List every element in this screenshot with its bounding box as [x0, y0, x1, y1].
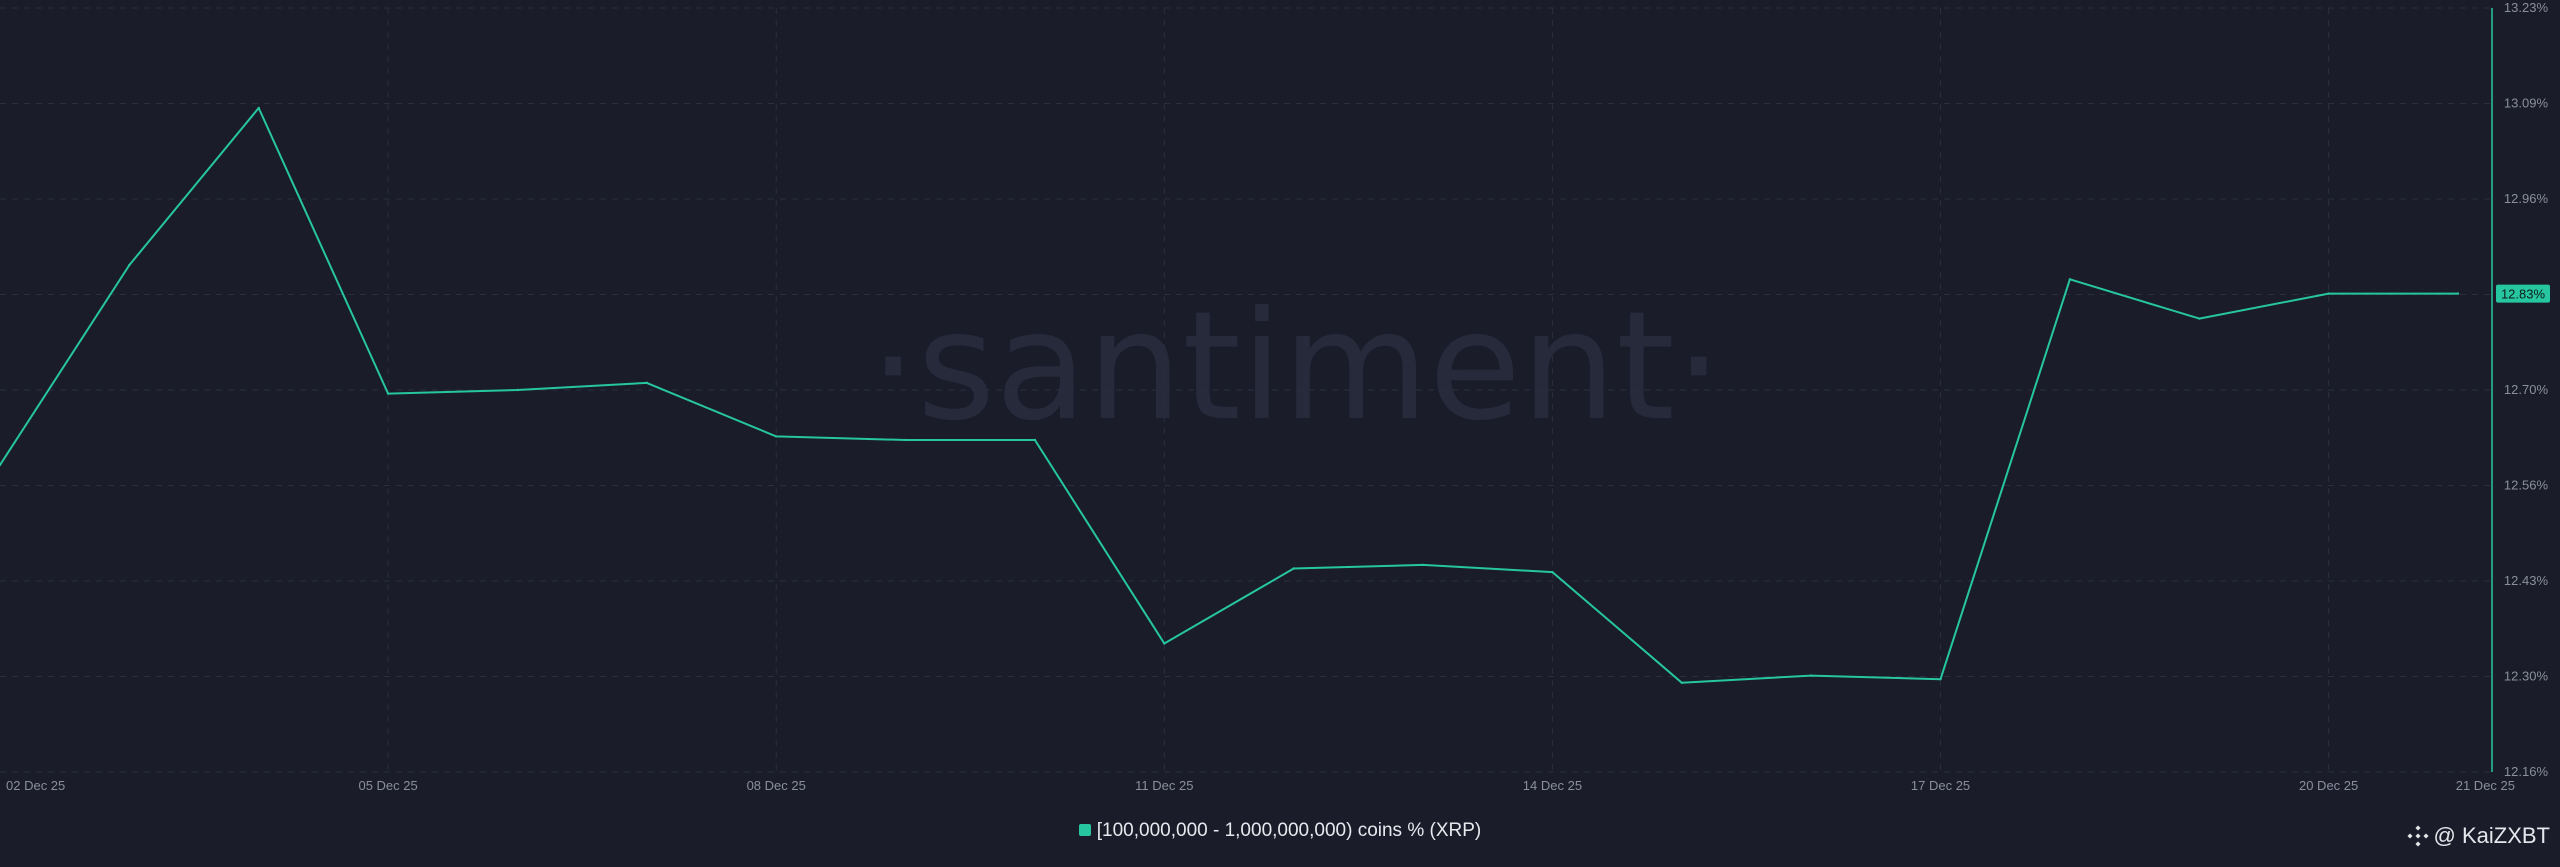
binance-logo-icon — [2406, 825, 2429, 847]
data-point — [1163, 642, 1166, 645]
data-point — [2327, 292, 2330, 295]
data-point — [1809, 674, 1813, 677]
author-credit: @ KaiZXBT — [2406, 823, 2550, 849]
data-point — [775, 435, 778, 438]
x-tick-label: 08 Dec 25 — [747, 778, 806, 793]
chart-canvas: ·santiment· 13.23% 13.09% 12.96% 12.83% 12.70… — [0, 0, 2560, 867]
x-tick-label: 11 Dec 25 — [1135, 778, 1193, 793]
y-tick-label: 13.23% — [2504, 0, 2549, 15]
santiment-watermark: ·santiment· — [869, 280, 1722, 454]
last-value-label: 12.83% — [2501, 287, 2546, 302]
y-tick-label: 12.16% — [2504, 764, 2549, 779]
data-point — [1421, 563, 1425, 567]
legend-swatch — [1078, 824, 1091, 836]
data-point — [2068, 278, 2072, 281]
x-tick-label: 17 Dec 25 — [1911, 778, 1970, 793]
data-point — [1939, 677, 1942, 681]
data-point — [386, 392, 390, 395]
data-point — [1680, 681, 1683, 684]
x-tick-label: 21 Dec 25 — [2456, 778, 2515, 793]
data-point — [904, 438, 907, 442]
data-point — [2198, 317, 2201, 320]
data-point — [645, 381, 649, 385]
data-point — [1551, 570, 1554, 574]
data-point — [1033, 438, 1037, 442]
x-tick-label: 14 Dec 25 — [1523, 778, 1582, 793]
x-tick-label: 20 Dec 25 — [2299, 778, 2358, 793]
y-tick-label: 12.56% — [2504, 478, 2549, 493]
data-point — [2456, 292, 2460, 295]
data-point — [128, 263, 131, 267]
data-point — [1292, 567, 1295, 570]
credit-text: @ KaiZXBT — [2433, 823, 2550, 848]
chart-legend[interactable]: [100,000,000 - 1,000,000,000) coins % (X… — [0, 820, 2560, 842]
y-tick-label: 13.09% — [2504, 96, 2549, 111]
data-point — [516, 388, 519, 392]
line-chart: ·santiment· 13.23% 13.09% 12.96% 12.83% 12.70… — [0, 0, 2550, 793]
x-tick-label: 02 Dec 25 — [6, 778, 65, 793]
x-tick-label: 05 Dec 25 — [358, 778, 417, 793]
legend-label: [100,000,000 - 1,000,000,000) coins % (X… — [1096, 820, 1482, 841]
y-tick-label: 12.43% — [2504, 573, 2549, 588]
y-tick-label: 12.70% — [2504, 382, 2549, 397]
y-tick-label: 12.96% — [2504, 191, 2549, 206]
y-tick-label: 12.30% — [2504, 669, 2549, 684]
data-point — [257, 106, 260, 110]
